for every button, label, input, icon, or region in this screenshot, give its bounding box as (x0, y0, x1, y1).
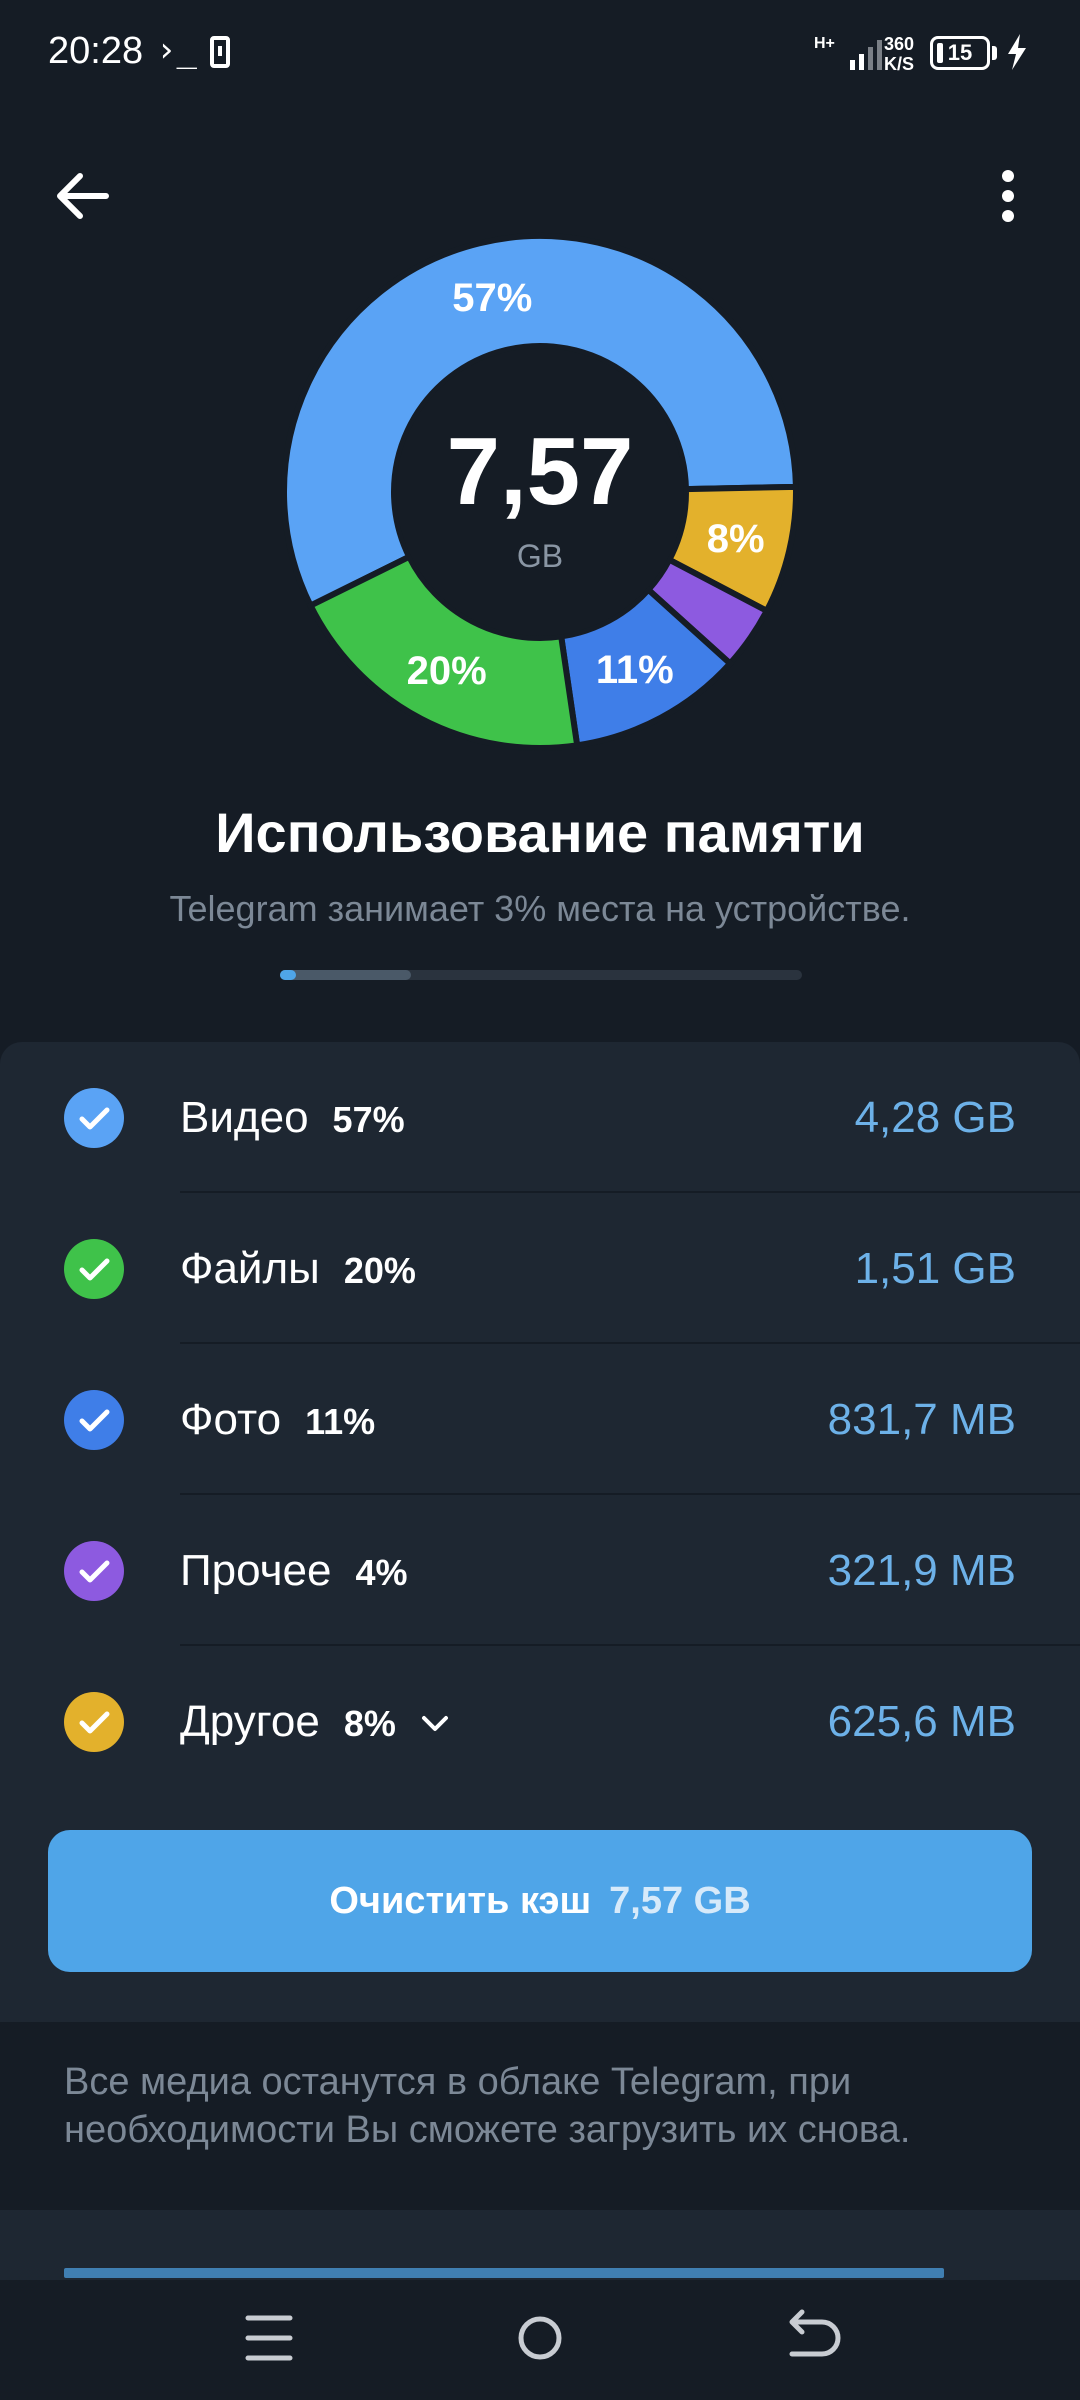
category-row-misc[interactable]: Другое 8% 625,6 MB (0, 1646, 1080, 1797)
chevron-down-icon[interactable] (418, 1707, 452, 1741)
category-label: Прочее 4% (180, 1541, 408, 1603)
donut-slice-label: 11% (596, 648, 674, 692)
next-section-clipped-text (64, 2268, 944, 2280)
home-circle-icon[interactable] (460, 2280, 620, 2400)
check-icon[interactable] (64, 1692, 124, 1752)
next-section-peek (0, 2210, 1080, 2280)
menu-icon[interactable] (190, 2280, 350, 2400)
category-percent: 20% (343, 1250, 416, 1291)
network-type: H+ (814, 35, 835, 52)
back-arrow-icon[interactable] (730, 2280, 890, 2400)
system-nav-bar (0, 2280, 1080, 2400)
category-name: Прочее (180, 1546, 332, 1595)
device-icon (210, 36, 230, 68)
device-usage-bar (280, 970, 802, 982)
storage-donut-chart: 57% 8% 11% 20% 7,57 GB (270, 222, 810, 762)
clear-cache-button[interactable]: Очистить кэш 7,57 GB (48, 1830, 1032, 1972)
total-unit: GB (516, 538, 564, 574)
usage-bar-used (280, 970, 411, 980)
donut-slice-label: 57% (452, 276, 532, 320)
category-size: 4,28 GB (854, 1093, 1016, 1142)
arrow-left-icon[interactable] (46, 160, 118, 232)
category-name: Видео (180, 1093, 309, 1142)
battery-icon: 15 (930, 36, 990, 70)
category-row-photo[interactable]: Фото 11% 831,7 MB (0, 1344, 1080, 1495)
status-time: 20:28 (48, 30, 144, 72)
category-name: Файлы (180, 1244, 320, 1293)
speed-value: 360 (884, 34, 915, 54)
category-percent: 4% (355, 1552, 408, 1593)
category-name: Фото (180, 1395, 282, 1444)
charging-icon (1008, 34, 1026, 70)
check-icon[interactable] (64, 1239, 124, 1299)
total-size: 7,57 (446, 418, 634, 525)
speed-unit: K/S (884, 54, 915, 74)
battery-nub (992, 46, 997, 60)
category-label: Видео 57% (180, 1088, 405, 1150)
category-size: 831,7 MB (827, 1395, 1016, 1444)
more-vertical-icon[interactable] (980, 160, 1036, 232)
category-row-files[interactable]: Файлы 20% 1,51 GB (0, 1193, 1080, 1344)
usage-bar-telegram (280, 970, 296, 980)
category-percent: 8% (343, 1703, 396, 1744)
category-label: Фото 11% (180, 1390, 375, 1452)
check-icon[interactable] (64, 1541, 124, 1601)
category-percent: 11% (305, 1401, 376, 1442)
category-size: 1,51 GB (854, 1244, 1016, 1293)
status-bar: 20:28 ›_ H+ 360 K/S 15 (0, 0, 1080, 108)
category-name: Другое (180, 1697, 320, 1746)
network-speed: 360 K/S (884, 34, 914, 74)
category-row-video[interactable]: Видео 57% 4,28 GB (0, 1042, 1080, 1193)
check-icon[interactable] (64, 1390, 124, 1450)
clear-cache-label: Очистить кэш (329, 1880, 592, 1922)
category-size: 625,6 MB (827, 1697, 1016, 1746)
check-icon[interactable] (64, 1088, 124, 1148)
page-title: Использование памяти (215, 801, 865, 864)
terminal-icon: ›_ (156, 30, 197, 70)
category-percent: 57% (332, 1099, 405, 1140)
page-subtitle: Telegram занимает 3% места на устройстве… (169, 888, 911, 929)
category-label: Другое 8% (180, 1692, 452, 1754)
info-text: Все медиа останутся в облаке Telegram, п… (64, 2061, 911, 2151)
category-size: 321,9 MB (827, 1546, 1016, 1595)
donut-slice-label: 20% (407, 649, 487, 693)
category-label: Файлы 20% (180, 1239, 416, 1301)
clear-cache-size: 7,57 GB (609, 1880, 751, 1922)
category-row-other[interactable]: Прочее 4% 321,9 MB (0, 1495, 1080, 1646)
battery-level: 15 (947, 40, 973, 65)
